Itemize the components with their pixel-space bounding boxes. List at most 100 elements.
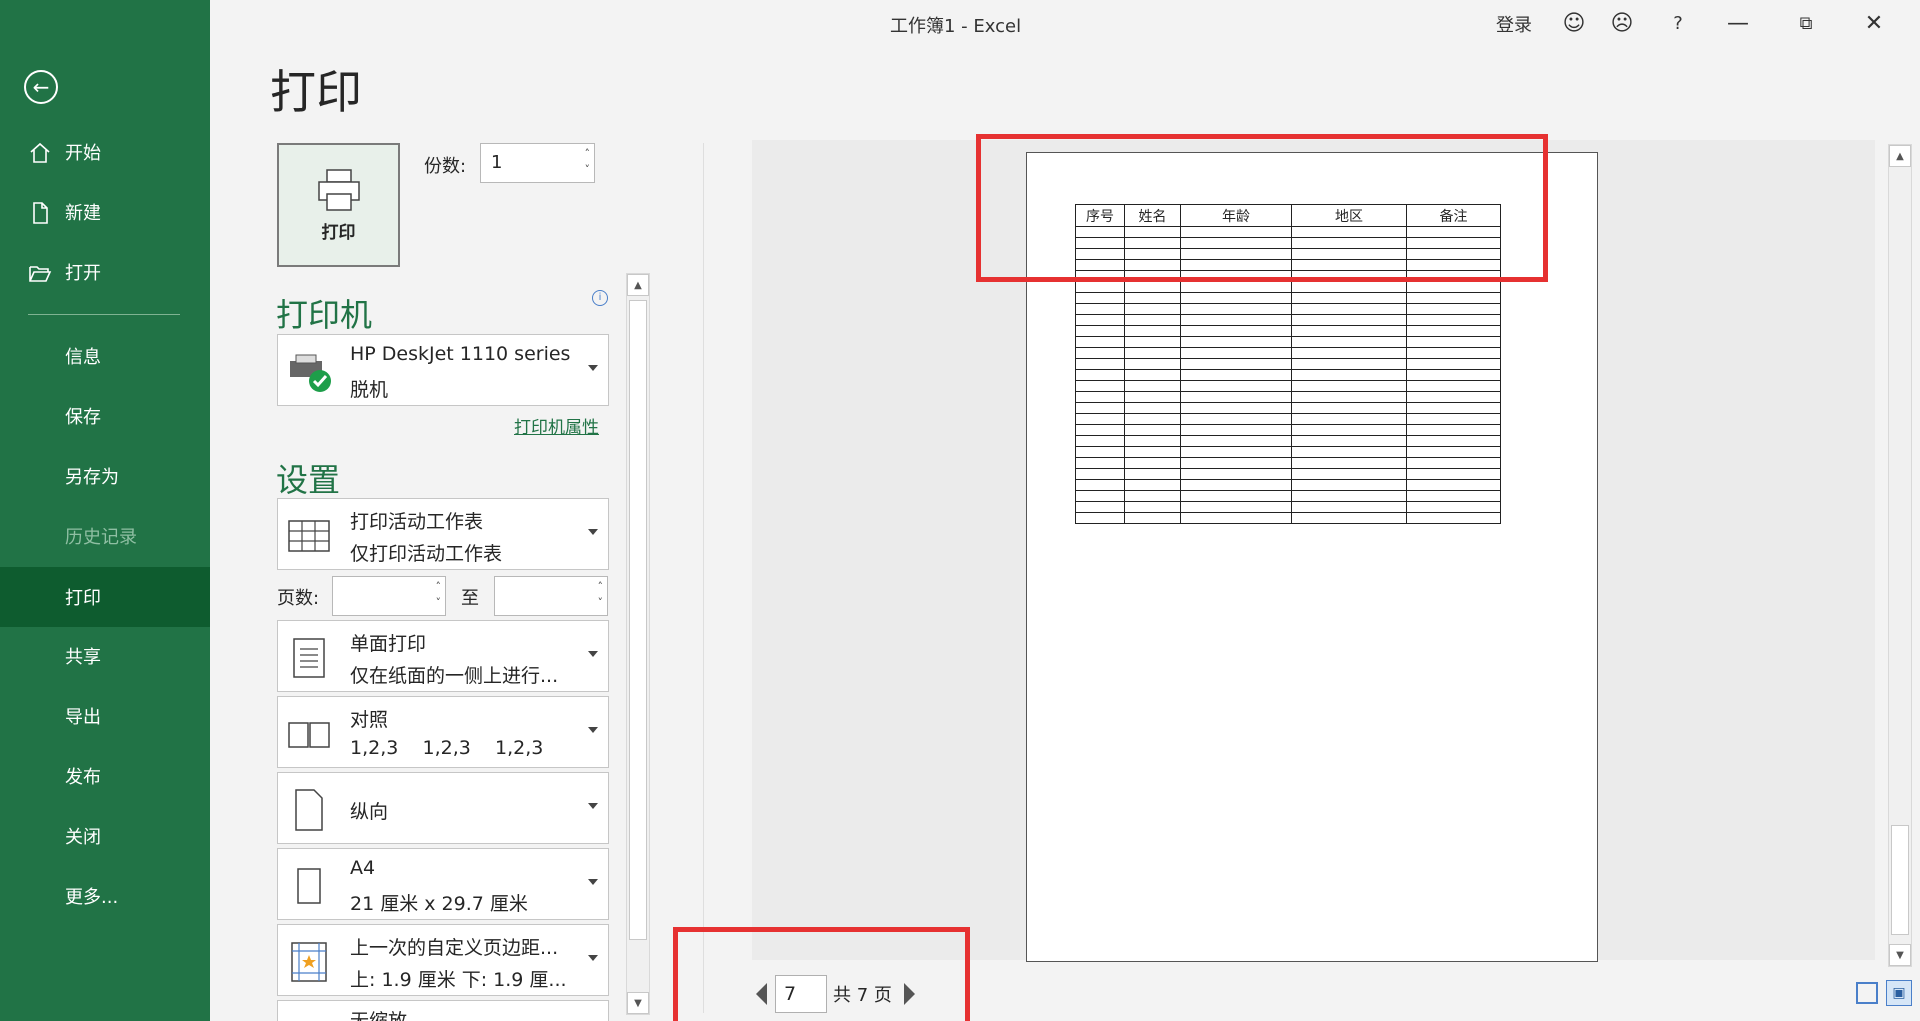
table-row <box>1075 380 1501 392</box>
chevron-down-icon <box>588 727 598 733</box>
nav-label: 开始 <box>65 143 101 164</box>
nav-label: 新建 <box>65 203 101 224</box>
portrait-icon <box>295 789 323 831</box>
table-cell <box>1291 457 1407 469</box>
table-cell <box>1180 281 1292 293</box>
print-button-label: 打印 <box>321 222 356 243</box>
table-cell <box>1075 358 1125 370</box>
worksheet-icon <box>288 520 330 552</box>
panel-divider <box>703 143 704 1013</box>
info-icon[interactable]: i <box>592 290 608 306</box>
printer-ready-icon <box>290 354 331 392</box>
paper-size-sub: 21 厘米 x 29.7 厘米 <box>350 893 528 915</box>
scroll-down-button[interactable]: ▼ <box>1889 944 1911 966</box>
zoom-to-page-icon[interactable]: ▣ <box>1886 980 1912 1006</box>
table-cell <box>1075 468 1125 480</box>
scroll-thumb[interactable] <box>629 300 647 940</box>
paper-size-dropdown[interactable]: A4 21 厘米 x 29.7 厘米 <box>277 848 609 920</box>
minimize-icon[interactable]: — <box>1720 6 1756 40</box>
table-cell <box>1406 391 1501 403</box>
print-scope-dropdown[interactable]: 打印活动工作表 仅打印活动工作表 <box>277 498 609 570</box>
table-cell <box>1406 424 1501 436</box>
margins-dropdown[interactable]: 上一次的自定义页边距... 上: 1.9 厘米 下: 1.9 厘... <box>277 924 609 996</box>
pages-to-input[interactable]: ˄ ˅ <box>494 576 608 616</box>
table-cell <box>1075 402 1125 414</box>
sides-title: 单面打印 <box>350 633 427 655</box>
close-icon[interactable]: ✕ <box>1856 6 1892 40</box>
title-bar: 工作簿1 - Excel 登录 ☺ ☹ ? — ⧉ ✕ <box>210 0 1920 46</box>
chevron-down-icon <box>588 803 598 809</box>
table-cell <box>1180 512 1292 524</box>
pages-from-input[interactable]: ˄ ˅ <box>332 576 446 616</box>
scroll-up-button[interactable]: ▲ <box>627 274 649 296</box>
settings-scrollbar[interactable]: ▲ ▼ <box>626 273 650 1015</box>
table-cell <box>1124 358 1181 370</box>
scroll-up-button[interactable]: ▲ <box>1889 145 1911 167</box>
nav-label: 关闭 <box>65 827 101 848</box>
nav-item-share[interactable]: 共享 <box>0 628 210 684</box>
frown-icon[interactable]: ☹ <box>1604 6 1640 40</box>
nav-item-info[interactable]: 信息 <box>0 328 210 384</box>
table-cell <box>1124 292 1181 304</box>
orientation-title: 纵向 <box>350 801 389 823</box>
back-button[interactable]: ← <box>24 70 58 104</box>
table-cell <box>1124 468 1181 480</box>
sides-dropdown[interactable]: 单面打印 仅在纸面的一侧上进行... <box>277 620 609 692</box>
chevron-down-icon <box>588 955 598 961</box>
table-cell <box>1180 479 1292 491</box>
orientation-dropdown[interactable]: 纵向 <box>277 772 609 844</box>
print-button[interactable]: 打印 <box>277 143 400 267</box>
pages-to-spinner[interactable]: ˄ ˅ <box>598 579 604 611</box>
collate-dropdown[interactable]: 对照 1,2,3 1,2,3 1,2,3 <box>277 696 609 768</box>
table-cell <box>1180 490 1292 502</box>
table-cell <box>1075 490 1125 502</box>
nav-item-export[interactable]: 导出 <box>0 688 210 744</box>
copies-input[interactable]: 1 ˄ ˅ <box>480 143 595 183</box>
preview-scrollbar[interactable]: ▲ ▼ <box>1888 144 1912 967</box>
printer-dropdown[interactable]: HP DeskJet 1110 series 脱机 <box>277 334 609 406</box>
table-cell <box>1291 446 1407 458</box>
table-row <box>1075 347 1501 359</box>
smile-icon[interactable]: ☺ <box>1556 6 1592 40</box>
copies-value: 1 <box>491 152 503 173</box>
nav-item-save[interactable]: 保存 <box>0 388 210 444</box>
nav-item-more[interactable]: 更多... <box>0 868 210 924</box>
nav-label: 打开 <box>65 263 101 284</box>
nav-item-home[interactable]: 开始 <box>0 124 210 180</box>
nav-item-close[interactable]: 关闭 <box>0 808 210 864</box>
nav-label: 发布 <box>65 767 101 788</box>
table-cell <box>1124 446 1181 458</box>
table-cell <box>1075 347 1125 359</box>
scaling-dropdown[interactable]: 无缩放 <box>277 1000 609 1021</box>
table-row <box>1075 325 1501 337</box>
table-cell <box>1075 281 1125 293</box>
table-cell <box>1075 292 1125 304</box>
table-row <box>1075 490 1501 502</box>
table-row <box>1075 501 1501 513</box>
nav-item-print[interactable]: 打印 <box>0 567 210 627</box>
scroll-down-button[interactable]: ▼ <box>627 992 649 1014</box>
table-cell <box>1291 281 1407 293</box>
page-title: 打印 <box>270 65 362 119</box>
nav-item-publish[interactable]: 发布 <box>0 748 210 804</box>
printer-properties-link[interactable]: 打印机属性 <box>514 413 599 438</box>
nav-item-new[interactable]: 新建 <box>0 184 210 240</box>
table-cell <box>1124 512 1181 524</box>
printer-status: 脱机 <box>350 379 389 401</box>
scroll-thumb[interactable] <box>1891 825 1909 935</box>
table-cell <box>1180 402 1292 414</box>
copies-spinner[interactable]: ˄ ˅ <box>585 146 591 178</box>
login-link[interactable]: 登录 <box>1496 11 1532 37</box>
table-cell <box>1180 413 1292 425</box>
table-cell <box>1291 479 1407 491</box>
nav-item-save-as[interactable]: 另存为 <box>0 448 210 504</box>
pages-from-spinner[interactable]: ˄ ˅ <box>436 579 442 611</box>
help-button[interactable]: ? <box>1660 6 1696 40</box>
restore-icon[interactable]: ⧉ <box>1788 6 1824 40</box>
annotation-box-pagenav <box>673 927 970 1021</box>
table-cell <box>1124 490 1181 502</box>
show-margins-icon[interactable] <box>1856 982 1878 1004</box>
nav-item-open[interactable]: 打开 <box>0 244 210 300</box>
pages-label: 页数: <box>277 588 320 609</box>
table-cell <box>1406 314 1501 326</box>
